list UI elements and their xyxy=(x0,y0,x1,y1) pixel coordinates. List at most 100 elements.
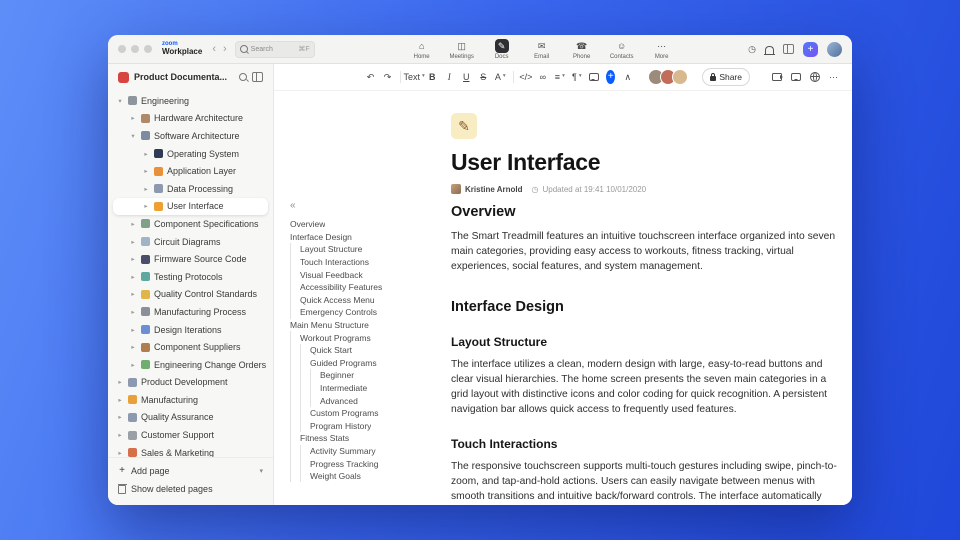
back-button[interactable]: ‹ xyxy=(212,43,216,55)
top-tab-contacts[interactable]: ☺ Contacts xyxy=(607,39,637,60)
outline-item-custom-programs[interactable]: Custom Programs xyxy=(290,406,442,420)
sidebar-page-testing-protocols[interactable]: ▸ Testing Protocols xyxy=(113,268,268,286)
show-deleted-pages-button[interactable]: Show deleted pages xyxy=(117,481,263,496)
forward-button[interactable]: › xyxy=(223,43,227,55)
top-tab-home[interactable]: ⌂ Home xyxy=(407,39,437,60)
chevron-right-icon[interactable]: ▸ xyxy=(129,343,137,351)
chevron-right-icon[interactable]: ▸ xyxy=(142,167,150,175)
paragraph-dropdown[interactable]: ¶ ▾ xyxy=(572,72,582,82)
sidebar-page-data-processing[interactable]: ▸ Data Processing xyxy=(113,180,268,198)
chevron-right-icon[interactable]: ▸ xyxy=(129,238,137,246)
collaborator-avatar[interactable] xyxy=(672,69,689,85)
chevron-right-icon[interactable]: ▸ xyxy=(129,114,137,122)
outline-item-touch-interactions[interactable]: Touch Interactions xyxy=(290,255,442,269)
outline-item-quick-access-menu[interactable]: Quick Access Menu xyxy=(290,293,442,307)
link-button[interactable]: ∞ xyxy=(538,72,547,82)
outline-item-overview[interactable]: Overview xyxy=(290,218,442,231)
chevron-down-icon[interactable]: ▾ xyxy=(116,97,124,105)
outline-item-interface-design[interactable]: Interface Design xyxy=(290,231,442,244)
underline-button[interactable]: U xyxy=(462,72,471,82)
outline-item-activity-summary[interactable]: Activity Summary xyxy=(290,444,442,458)
text-color-dropdown[interactable]: A ▾ xyxy=(495,72,506,82)
top-tab-meetings[interactable]: ◫ Meetings xyxy=(447,39,477,60)
sidebar-page-quality-control-standards[interactable]: ▸ Quality Control Standards xyxy=(113,286,268,304)
sidebar-page-quality-assurance[interactable]: ▸ Quality Assurance xyxy=(113,409,268,427)
sidebar-page-software-architecture[interactable]: ▾ Software Architecture xyxy=(113,127,268,145)
sidebar-page-hardware-architecture[interactable]: ▸ Hardware Architecture xyxy=(113,110,268,128)
list-dropdown[interactable]: ≡ ▾ xyxy=(555,72,565,82)
outline-item-progress-tracking[interactable]: Progress Tracking xyxy=(290,457,442,470)
chevron-right-icon[interactable]: ▸ xyxy=(116,413,124,421)
doc-paragraph[interactable]: The responsive touchscreen supports mult… xyxy=(451,460,843,505)
chevron-right-icon[interactable]: ▸ xyxy=(129,308,137,316)
sidebar-page-firmware-source-code[interactable]: ▸ Firmware Source Code xyxy=(113,250,268,268)
share-button[interactable]: Share xyxy=(702,68,750,86)
chevron-right-icon[interactable]: ▸ xyxy=(129,220,137,228)
chevron-down-icon[interactable]: ▾ xyxy=(129,132,137,140)
chevron-right-icon[interactable]: ▸ xyxy=(116,449,124,457)
sidebar-page-design-iterations[interactable]: ▸ Design Iterations xyxy=(113,321,268,339)
collapse-toolbar-button[interactable]: ∧ xyxy=(623,72,632,82)
redo-button[interactable]: ↷ xyxy=(383,72,392,82)
outline-item-weight-goals[interactable]: Weight Goals xyxy=(290,469,442,483)
sidebar-page-application-layer[interactable]: ▸ Application Layer xyxy=(113,162,268,180)
top-tab-more[interactable]: ⋯ More xyxy=(647,39,677,60)
outline-item-guided-programs[interactable]: Guided Programs xyxy=(290,356,442,370)
more-options-button[interactable]: ⋯ xyxy=(829,72,838,82)
chevron-right-icon[interactable]: ▸ xyxy=(142,202,150,210)
add-page-button[interactable]: + Add page ▾ xyxy=(118,463,263,478)
doc-heading-overview[interactable]: Overview xyxy=(451,204,843,220)
outline-item-program-history[interactable]: Program History xyxy=(290,419,442,433)
sidebar-page-customer-support[interactable]: ▸ Customer Support xyxy=(113,426,268,444)
sidebar-page-component-specifications[interactable]: ▸ Component Specifications xyxy=(113,215,268,233)
outline-item-advanced[interactable]: Advanced xyxy=(290,394,442,407)
italic-button[interactable]: I xyxy=(445,72,454,82)
doc-title[interactable]: User Interface xyxy=(451,149,843,176)
doc-paragraph[interactable]: The Smart Treadmill features an intuitiv… xyxy=(451,230,843,275)
history-icon[interactable]: ◷ xyxy=(748,44,756,54)
sidebar-page-manufacturing[interactable]: ▸ Manufacturing xyxy=(113,391,268,409)
outline-item-workout-programs[interactable]: Workout Programs xyxy=(290,331,442,344)
doc-emoji-icon[interactable]: ✎ xyxy=(451,113,477,139)
panel-toggle-icon[interactable] xyxy=(783,44,794,54)
maximize-button[interactable] xyxy=(144,45,152,53)
sidebar-page-user-interface[interactable]: ▸ User Interface xyxy=(113,197,268,216)
outline-item-accessibility-features[interactable]: Accessibility Features xyxy=(290,280,442,294)
text-style-dropdown[interactable]: Text ▾ xyxy=(404,72,425,82)
top-tab-phone[interactable]: ☎ Phone xyxy=(567,39,597,60)
chevron-right-icon[interactable]: ▸ xyxy=(142,150,150,158)
sidebar-collapse-icon[interactable] xyxy=(252,72,263,82)
chevron-right-icon[interactable]: ▸ xyxy=(129,326,137,334)
global-search-input[interactable]: Search ⌘F xyxy=(234,40,315,58)
notifications-bell-icon[interactable] xyxy=(764,45,775,55)
outline-item-layout-structure[interactable]: Layout Structure xyxy=(290,243,442,256)
outline-item-visual-feedback[interactable]: Visual Feedback xyxy=(290,268,442,281)
chevron-right-icon[interactable]: ▸ xyxy=(116,378,124,386)
outline-item-fitness-stats[interactable]: Fitness Stats xyxy=(290,432,442,445)
chevron-right-icon[interactable]: ▸ xyxy=(129,290,137,298)
outline-item-main-menu-structure[interactable]: Main Menu Structure xyxy=(290,319,442,332)
chevron-right-icon[interactable]: ▸ xyxy=(142,185,150,193)
chevron-down-icon[interactable]: ▾ xyxy=(259,467,263,475)
chevron-right-icon[interactable]: ▸ xyxy=(116,431,124,439)
video-record-icon[interactable] xyxy=(772,73,783,81)
outline-item-quick-start[interactable]: Quick Start xyxy=(290,343,442,357)
comment-button[interactable] xyxy=(588,73,599,81)
chevron-right-icon[interactable]: ▸ xyxy=(129,255,137,263)
insert-button[interactable]: + xyxy=(606,70,616,84)
sidebar-page-component-suppliers[interactable]: ▸ Component Suppliers xyxy=(113,338,268,356)
outline-item-beginner[interactable]: Beginner xyxy=(290,369,442,382)
sidebar-search-icon[interactable] xyxy=(239,73,247,81)
bold-button[interactable]: B xyxy=(428,72,437,82)
sidebar-page-product-development[interactable]: ▸ Product Development xyxy=(113,374,268,392)
doc-heading-interface-design[interactable]: Interface Design xyxy=(451,299,843,315)
undo-button[interactable]: ↶ xyxy=(366,72,375,82)
doc-paragraph[interactable]: The interface utilizes a clean, modern d… xyxy=(451,358,843,418)
outline-item-emergency-controls[interactable]: Emergency Controls xyxy=(290,306,442,319)
sidebar-page-engineering[interactable]: ▾ Engineering xyxy=(113,92,268,110)
doc-heading-touch-interactions[interactable]: Touch Interactions xyxy=(451,437,843,451)
document-canvas[interactable]: ✎ User Interface Kristine Arnold ◷ Updat… xyxy=(451,91,843,505)
chevron-right-icon[interactable]: ▸ xyxy=(116,396,124,404)
top-tab-docs[interactable]: ✎ Docs xyxy=(487,38,517,60)
comments-panel-icon[interactable] xyxy=(791,73,801,81)
